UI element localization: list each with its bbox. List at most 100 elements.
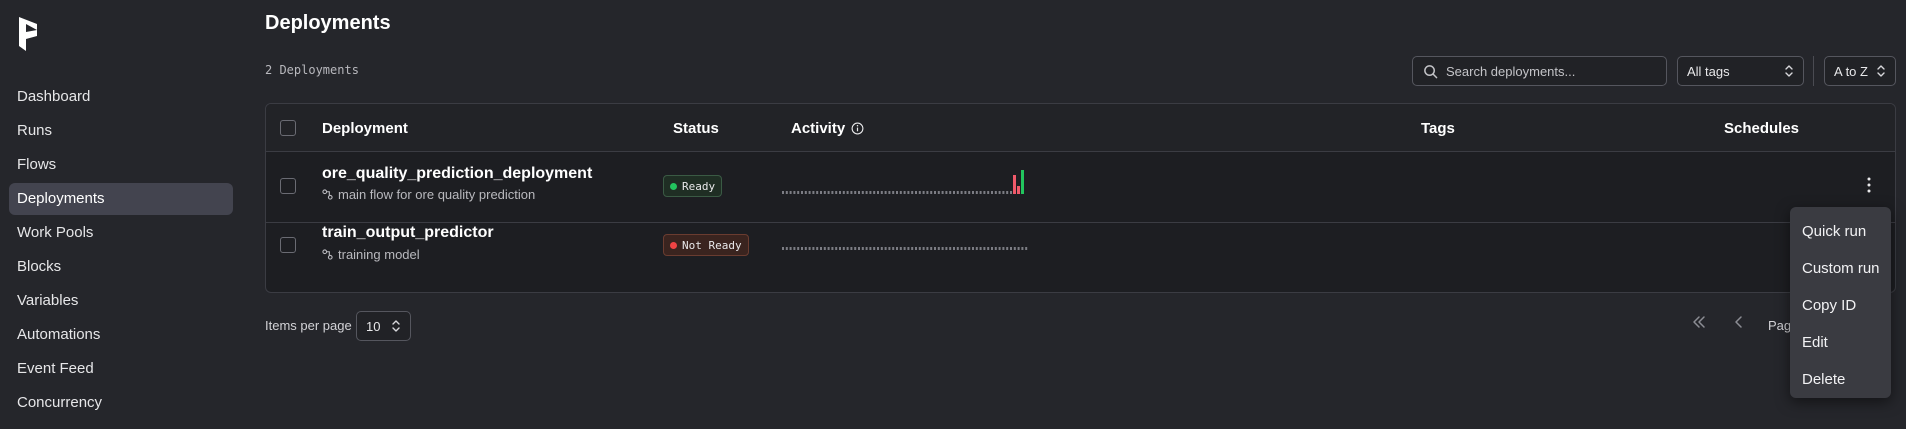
row-checkbox[interactable] xyxy=(280,237,296,253)
activity-dot xyxy=(801,247,803,250)
activity-dot xyxy=(945,247,948,250)
activity-dot xyxy=(892,247,895,250)
activity-dot xyxy=(964,191,967,194)
sidebar-item-deployments[interactable]: Deployments xyxy=(9,183,233,215)
prev-page-icon[interactable] xyxy=(1734,315,1744,329)
sidebar-item-runs[interactable]: Runs xyxy=(9,115,233,147)
activity-bar-failed xyxy=(1017,186,1020,194)
activity-dot xyxy=(785,247,788,250)
activity-dot xyxy=(835,191,838,194)
activity-dot xyxy=(903,191,906,194)
search-icon xyxy=(1424,64,1438,78)
prefect-logo-icon[interactable] xyxy=(17,16,45,52)
activity-dot xyxy=(877,191,879,194)
activity-dot xyxy=(858,247,860,250)
sidebar-item-concurrency[interactable]: Concurrency xyxy=(9,387,233,419)
sidebar-item-flows[interactable]: Flows xyxy=(9,149,233,181)
activity-dot xyxy=(979,191,982,194)
activity-sparkline[interactable] xyxy=(781,244,1031,254)
activity-dot xyxy=(823,247,826,250)
sort-value: A to Z xyxy=(1834,63,1868,79)
activity-dot xyxy=(960,191,963,194)
deployment-description-text: training model xyxy=(338,247,420,262)
sort-select[interactable]: A to Z xyxy=(1824,56,1896,86)
activity-dot xyxy=(1010,191,1012,194)
activity-bar-failed xyxy=(1013,175,1016,194)
menu-item-edit[interactable]: Edit xyxy=(1790,324,1891,361)
chevron-updown-icon xyxy=(392,320,400,332)
activity-dot xyxy=(831,191,834,194)
deployments-table: Deployment Status Activity Tags Schedule… xyxy=(265,103,1896,293)
activity-dot xyxy=(911,191,914,194)
search-input[interactable] xyxy=(1446,63,1656,79)
sidebar: Dashboard Runs Flows Deployments Work Po… xyxy=(0,0,242,429)
activity-dot xyxy=(831,247,834,250)
table-row[interactable]: ore_quality_prediction_deployment main f… xyxy=(266,152,1895,223)
activity-dot xyxy=(983,191,986,194)
activity-bar-success xyxy=(1021,170,1024,194)
table-row[interactable]: train_output_predictor training model No… xyxy=(266,224,1895,292)
flow-icon xyxy=(322,189,333,200)
menu-item-quick-run[interactable]: Quick run xyxy=(1790,213,1891,250)
kebab-menu-icon[interactable] xyxy=(1867,177,1871,193)
activity-dot xyxy=(812,191,815,194)
sidebar-item-blocks[interactable]: Blocks xyxy=(9,251,233,283)
sidebar-item-event-feed[interactable]: Event Feed xyxy=(9,353,233,385)
table-header: Deployment Status Activity Tags Schedule… xyxy=(266,104,1895,152)
sidebar-item-work-pools[interactable]: Work Pools xyxy=(9,217,233,249)
activity-sparkline[interactable] xyxy=(781,170,1031,198)
deployment-description-text: main flow for ore quality prediction xyxy=(338,187,536,202)
activity-dot xyxy=(953,191,955,194)
first-page-icon[interactable] xyxy=(1692,315,1706,329)
activity-dot xyxy=(998,191,1001,194)
deployment-name-link[interactable]: train_output_predictor xyxy=(322,224,494,242)
info-icon[interactable] xyxy=(851,122,864,135)
activity-dot xyxy=(816,191,819,194)
activity-dot xyxy=(877,247,879,250)
row-checkbox[interactable] xyxy=(280,178,296,194)
activity-dot xyxy=(782,247,784,250)
column-activity-label: Activity xyxy=(791,120,846,137)
activity-dot xyxy=(854,247,857,250)
status-badge: Ready xyxy=(663,175,723,197)
activity-dot xyxy=(972,191,974,194)
activity-dot xyxy=(968,247,971,250)
filter-divider xyxy=(1813,56,1814,86)
sidebar-item-automations[interactable]: Automations xyxy=(9,319,233,351)
deployment-name-link[interactable]: ore_quality_prediction_deployment xyxy=(322,165,592,183)
activity-dot xyxy=(994,247,997,250)
page-title: Deployments xyxy=(265,12,391,34)
activity-dot xyxy=(797,247,800,250)
activity-dot xyxy=(842,191,845,194)
search-box[interactable] xyxy=(1412,56,1667,86)
activity-dot xyxy=(839,247,841,250)
activity-dot xyxy=(827,247,830,250)
menu-item-copy-id[interactable]: Copy ID xyxy=(1790,287,1891,324)
activity-dot xyxy=(1013,247,1016,250)
activity-dot xyxy=(823,191,826,194)
activity-dot xyxy=(850,191,853,194)
activity-dot xyxy=(884,247,887,250)
activity-dot xyxy=(915,247,917,250)
activity-dot xyxy=(827,191,830,194)
activity-dot xyxy=(816,247,819,250)
activity-dot xyxy=(820,247,822,250)
status-badge: Not Ready xyxy=(663,234,749,256)
select-all-checkbox[interactable] xyxy=(280,120,296,136)
activity-dot xyxy=(846,191,849,194)
activity-dot xyxy=(1010,247,1012,250)
activity-dot xyxy=(903,247,906,250)
menu-item-delete[interactable]: Delete xyxy=(1790,361,1891,398)
items-per-page-select[interactable]: 10 xyxy=(356,311,411,341)
activity-dot xyxy=(994,191,997,194)
tags-filter-select[interactable]: All tags xyxy=(1677,56,1804,86)
activity-dot xyxy=(789,247,792,250)
sidebar-item-variables[interactable]: Variables xyxy=(9,285,233,317)
activity-dot xyxy=(934,191,936,194)
sidebar-item-dashboard[interactable]: Dashboard xyxy=(9,81,233,113)
activity-dot xyxy=(960,247,963,250)
activity-dot xyxy=(899,191,902,194)
menu-item-custom-run[interactable]: Custom run xyxy=(1790,250,1891,287)
status-text: Not Ready xyxy=(682,238,742,252)
activity-dot xyxy=(934,247,936,250)
